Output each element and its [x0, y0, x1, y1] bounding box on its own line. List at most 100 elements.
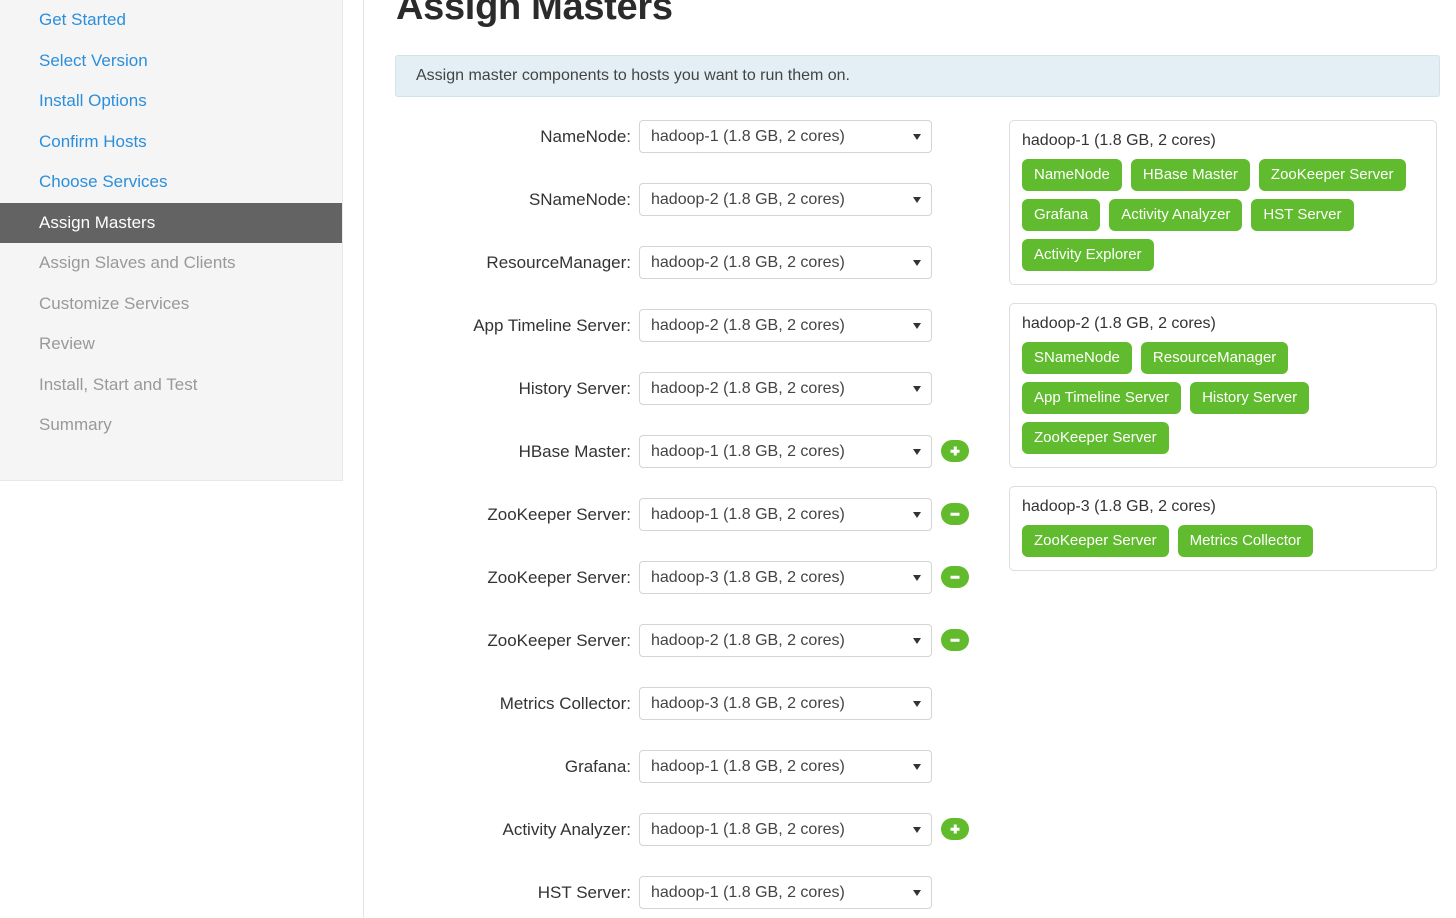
host-select[interactable]: hadoop-2 (1.8 GB, 2 cores): [639, 624, 932, 657]
sidebar-item-get-started[interactable]: Get Started: [0, 0, 342, 41]
sidebar-item-select-version[interactable]: Select Version: [0, 41, 342, 82]
sidebar-item-install-start-and-test: Install, Start and Test: [39, 374, 198, 394]
component-label: SNameNode:: [528, 190, 631, 209]
minus-icon: [950, 638, 960, 642]
host-select[interactable]: hadoop-1 (1.8 GB, 2 cores): [639, 750, 932, 783]
assign-row: Grafana: hadoop-1 (1.8 GB, 2 cores): [364, 750, 984, 813]
sidebar-item-install-options[interactable]: Install Options: [0, 81, 342, 122]
assign-row: HST Server: hadoop-1 (1.8 GB, 2 cores): [364, 876, 984, 918]
page-title: Assign Masters: [396, 0, 673, 28]
host-select[interactable]: hadoop-2 (1.8 GB, 2 cores): [639, 183, 932, 216]
main-content: Assign Masters Assign master components …: [364, 0, 1456, 918]
sidebar-item-choose-services[interactable]: Choose Services: [0, 162, 342, 203]
wizard-step-list: Get Started Select Version Install Options…: [0, 0, 342, 446]
host-component-badges: SNameNode ResourceManager App Timeline Ser…: [1022, 342, 1424, 454]
minus-icon: [950, 512, 960, 516]
wizard-sidebar: CLUSTER INSTALL WIZARD Get StartedSelect…: [0, 0, 364, 918]
host-component-badges: NameNode HBase Master ZooKeeper Server Graf…: [1022, 159, 1424, 271]
sidebar-item-review: Review: [39, 334, 95, 353]
chevron-down-icon: [913, 827, 921, 833]
host-select[interactable]: hadoop-1 (1.8 GB, 2 cores): [639, 498, 932, 531]
component-badge[interactable]: ZooKeeper Server: [1022, 525, 1169, 557]
remove-component-button[interactable]: [941, 566, 969, 588]
component-label: NameNode:: [540, 127, 631, 146]
host-select[interactable]: hadoop-2 (1.8 GB, 2 cores): [639, 372, 932, 405]
component-label: History Server:: [518, 379, 631, 398]
host-select-value: hadoop-1 (1.8 GB, 2 cores): [651, 443, 845, 460]
component-label: ResourceManager:: [486, 253, 631, 272]
remove-component-button[interactable]: [941, 629, 969, 651]
component-badge[interactable]: Metrics Collector: [1177, 525, 1314, 557]
sidebar-item-assign-slaves-and-clients: Assign Slaves and Clients: [39, 253, 236, 272]
assign-row: Metrics Collector: hadoop-3 (1.8 GB, 2 co…: [364, 687, 984, 750]
host-select[interactable]: hadoop-1 (1.8 GB, 2 cores): [639, 813, 932, 846]
component-badge[interactable]: App Timeline Server: [1022, 382, 1182, 414]
component-badge[interactable]: ZooKeeper Server: [1022, 422, 1169, 454]
component-label: ZooKeeper Server:: [487, 631, 631, 650]
remove-component-button[interactable]: [941, 503, 969, 525]
host-card-title: hadoop-3 (1.8 GB, 2 cores): [1022, 498, 1216, 515]
component-badge[interactable]: ZooKeeper Server: [1258, 159, 1406, 191]
add-component-button[interactable]: [941, 818, 969, 840]
sidebar-item-summary: Summary: [39, 415, 112, 434]
chevron-down-icon: [913, 197, 921, 203]
component-badge[interactable]: Grafana: [1022, 199, 1101, 231]
component-badge[interactable]: ResourceManager: [1140, 342, 1289, 374]
chevron-down-icon: [913, 449, 921, 455]
assign-masters-form: NameNode: hadoop-1 (1.8 GB, 2 cores) SName…: [364, 120, 984, 918]
sidebar-item-customize-services: Customize Services: [39, 293, 190, 313]
host-select-value: hadoop-3 (1.8 GB, 2 cores): [651, 695, 845, 712]
host-card: hadoop-2 (1.8 GB, 2 cores) SNameNode Resou…: [1009, 303, 1437, 468]
host-select[interactable]: hadoop-1 (1.8 GB, 2 cores): [639, 876, 932, 909]
component-badge[interactable]: SNameNode: [1022, 342, 1132, 374]
host-select-value: hadoop-1 (1.8 GB, 2 cores): [651, 506, 845, 523]
add-component-button[interactable]: [941, 440, 969, 462]
assign-row: ZooKeeper Server: hadoop-1 (1.8 GB, 2 cor…: [364, 498, 984, 561]
host-select[interactable]: hadoop-3 (1.8 GB, 2 cores): [639, 561, 932, 594]
component-badge[interactable]: HST Server: [1251, 199, 1354, 231]
chevron-down-icon: [913, 575, 921, 581]
chevron-down-icon: [913, 323, 921, 329]
host-select-value: hadoop-2 (1.8 GB, 2 cores): [651, 191, 845, 208]
host-select[interactable]: hadoop-3 (1.8 GB, 2 cores): [639, 687, 932, 720]
assign-row: NameNode: hadoop-1 (1.8 GB, 2 cores): [364, 120, 984, 183]
component-badge[interactable]: Activity Analyzer: [1109, 199, 1243, 231]
plus-icon-vertical: [953, 824, 957, 834]
host-select-value: hadoop-2 (1.8 GB, 2 cores): [651, 254, 845, 271]
host-select[interactable]: hadoop-1 (1.8 GB, 2 cores): [639, 120, 932, 153]
component-badge[interactable]: NameNode: [1022, 159, 1122, 191]
assign-row: History Server: hadoop-2 (1.8 GB, 2 cores…: [364, 372, 984, 435]
host-select[interactable]: hadoop-2 (1.8 GB, 2 cores): [639, 246, 932, 279]
minus-icon: [950, 575, 960, 579]
chevron-down-icon: [913, 890, 921, 896]
host-select-value: hadoop-3 (1.8 GB, 2 cores): [651, 569, 845, 586]
host-select-value: hadoop-1 (1.8 GB, 2 cores): [651, 758, 845, 775]
chevron-down-icon: [913, 134, 921, 140]
component-label: Grafana:: [564, 757, 631, 776]
host-summary-panel: hadoop-1 (1.8 GB, 2 cores) NameNode HBase …: [1009, 120, 1437, 589]
assign-row: App Timeline Server: hadoop-2 (1.8 GB, 2 …: [364, 309, 984, 372]
assign-row: HBase Master: hadoop-1 (1.8 GB, 2 cores): [364, 435, 984, 498]
component-label: ZooKeeper Server:: [487, 568, 631, 587]
host-select[interactable]: hadoop-1 (1.8 GB, 2 cores): [639, 435, 932, 468]
chevron-down-icon: [913, 386, 921, 392]
chevron-down-icon: [913, 638, 921, 644]
component-label: Metrics Collector:: [499, 694, 631, 713]
host-select-value: hadoop-2 (1.8 GB, 2 cores): [651, 380, 845, 397]
assign-row: Activity Analyzer: hadoop-1 (1.8 GB, 2 co…: [364, 813, 984, 876]
host-select-value: hadoop-1 (1.8 GB, 2 cores): [651, 128, 845, 145]
host-card-title: hadoop-1 (1.8 GB, 2 cores): [1022, 132, 1216, 149]
host-card-title: hadoop-2 (1.8 GB, 2 cores): [1022, 315, 1216, 332]
chevron-down-icon: [913, 701, 921, 707]
component-badge[interactable]: HBase Master: [1130, 159, 1250, 191]
host-select[interactable]: hadoop-2 (1.8 GB, 2 cores): [639, 309, 932, 342]
sidebar-item-assign-masters[interactable]: Assign Masters: [0, 202, 342, 243]
component-badge[interactable]: Activity Explorer: [1022, 239, 1154, 271]
assign-row: ResourceManager: hadoop-2 (1.8 GB, 2 core…: [364, 246, 984, 309]
sidebar-item-confirm-hosts[interactable]: Confirm Hosts: [0, 122, 342, 163]
host-select-value: hadoop-1 (1.8 GB, 2 cores): [651, 821, 845, 838]
chevron-down-icon: [913, 512, 921, 518]
component-label: App Timeline Server:: [473, 316, 631, 335]
component-label: HBase Master:: [518, 442, 631, 461]
component-badge[interactable]: History Server: [1190, 382, 1310, 414]
